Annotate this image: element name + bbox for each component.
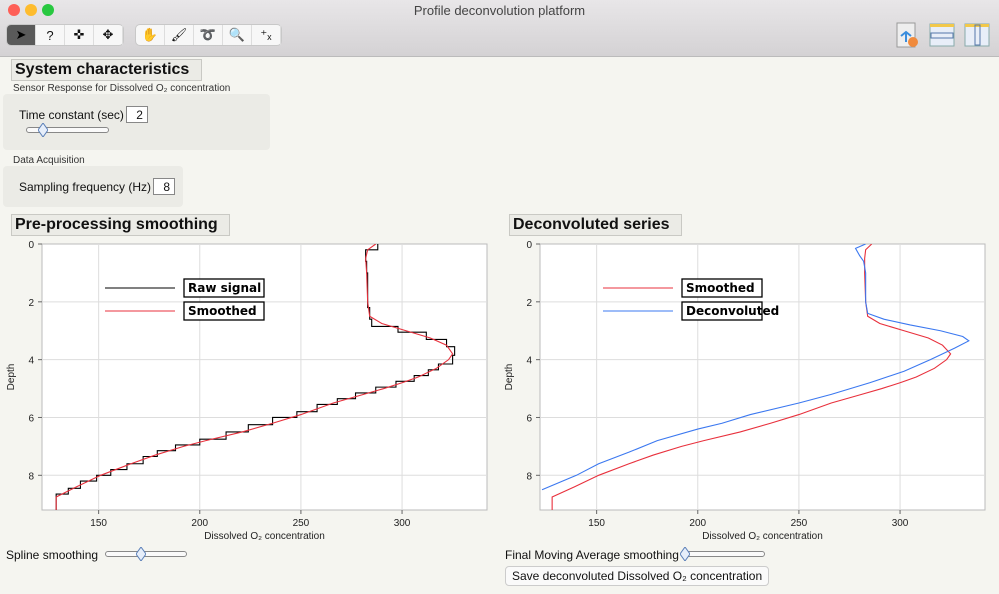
- y-tick-label: 8: [526, 471, 532, 482]
- lasso-icon[interactable]: ➰: [194, 25, 223, 45]
- y-tick-label: 6: [526, 413, 532, 424]
- move-icon[interactable]: ✥: [94, 25, 123, 45]
- moving-average-slider[interactable]: [679, 546, 765, 562]
- x-tick-label: 250: [293, 518, 310, 529]
- sampling-field: Sampling frequency (Hz) 8: [19, 178, 176, 195]
- slider-thumb[interactable]: [679, 546, 691, 562]
- x-tick-label: 200: [689, 518, 706, 529]
- preprocessing-header: Pre-processing smoothing: [11, 214, 230, 236]
- data-acquisition-label: Data Acquisition: [13, 155, 85, 166]
- spline-smoothing-label: Spline smoothing: [6, 548, 99, 562]
- y-axis-label: Depth: [6, 364, 17, 391]
- x-tick-label: 150: [90, 518, 107, 529]
- deconvoluted-header: Deconvoluted series: [509, 214, 682, 236]
- deconvoluted-chart: 150 200 250 300 0 2 4 6 8 Dissolved O₂ concentrat…: [504, 240, 986, 542]
- y-tick-label: 8: [28, 471, 34, 482]
- legend-label: Smoothed: [188, 304, 257, 318]
- crosshair-icon[interactable]: ✜: [65, 25, 94, 45]
- x-tick-label: 200: [191, 518, 208, 529]
- moving-average-label: Final Moving Average smoothing: [505, 548, 679, 562]
- legend-label: Deconvoluted: [686, 304, 779, 318]
- x-tick-label: 250: [791, 518, 808, 529]
- y-tick-label: 0: [28, 240, 34, 251]
- window-title: Profile deconvolution platform: [413, 3, 586, 18]
- x-axis-label: Dissolved O₂ concentration: [702, 531, 823, 542]
- time-constant-input[interactable]: 2: [125, 106, 148, 123]
- slider-thumb[interactable]: [135, 546, 148, 562]
- y-tick-label: 6: [28, 413, 34, 424]
- tool-group-1: ➤? ✜ ✥: [7, 25, 123, 45]
- brush-icon[interactable]: 🖌: [165, 25, 194, 45]
- sampling-label: Sampling frequency (Hz): [19, 179, 152, 194]
- spline-smoothing-slider[interactable]: [105, 546, 187, 562]
- preprocessing-chart: 150 200 250 300 0 2 4 6 8 Dissolved O₂ concentrat…: [6, 240, 488, 542]
- time-constant-label: Time constant (sec): [19, 107, 124, 122]
- y-tick-label: 2: [526, 298, 532, 309]
- save-deconvoluted-button[interactable]: Save deconvoluted Dissolved O₂ concentra…: [505, 566, 770, 586]
- y-tick-label: 4: [28, 356, 34, 367]
- x-axis-label: Dissolved O₂ concentration: [204, 531, 325, 542]
- jmp-file-icon[interactable]: [893, 20, 921, 50]
- sampling-input[interactable]: 8: [153, 178, 176, 195]
- x-tick-label: 300: [394, 518, 411, 529]
- help-icon[interactable]: ?: [36, 25, 65, 45]
- slider-thumb[interactable]: [37, 122, 49, 138]
- crosshair-xy-icon[interactable]: ⁺ₓ: [252, 25, 281, 45]
- y-tick-label: 2: [28, 298, 34, 309]
- time-constant-field: Time constant (sec) 2: [19, 106, 148, 123]
- x-tick-label: 300: [892, 518, 909, 529]
- tool-group-2: ✋ 🖌 ➰ 🔍 ⁺ₓ: [136, 25, 281, 45]
- legend-label: Smoothed: [686, 281, 755, 295]
- time-constant-slider[interactable]: [26, 122, 109, 138]
- title-bar: Profile deconvolution platform ➤? ✜ ✥ ✋ 🖌 ➰ 🔍…: [0, 0, 999, 57]
- y-tick-label: 4: [526, 356, 532, 367]
- x-tick-label: 150: [588, 518, 605, 529]
- hand-icon[interactable]: ✋: [136, 25, 165, 45]
- table-rows-icon[interactable]: [928, 20, 956, 50]
- magnifier-icon[interactable]: 🔍: [223, 25, 252, 45]
- y-axis-label: Depth: [504, 364, 515, 391]
- system-characteristics-header: System characteristics: [11, 59, 202, 81]
- sensor-response-label: Sensor Response for Dissolved O₂ concent…: [13, 83, 231, 94]
- table-columns-icon[interactable]: [963, 20, 991, 50]
- y-tick-label: 0: [526, 240, 532, 251]
- arrow-icon[interactable]: ➤: [7, 25, 36, 45]
- legend-label: Raw signal: [188, 281, 261, 295]
